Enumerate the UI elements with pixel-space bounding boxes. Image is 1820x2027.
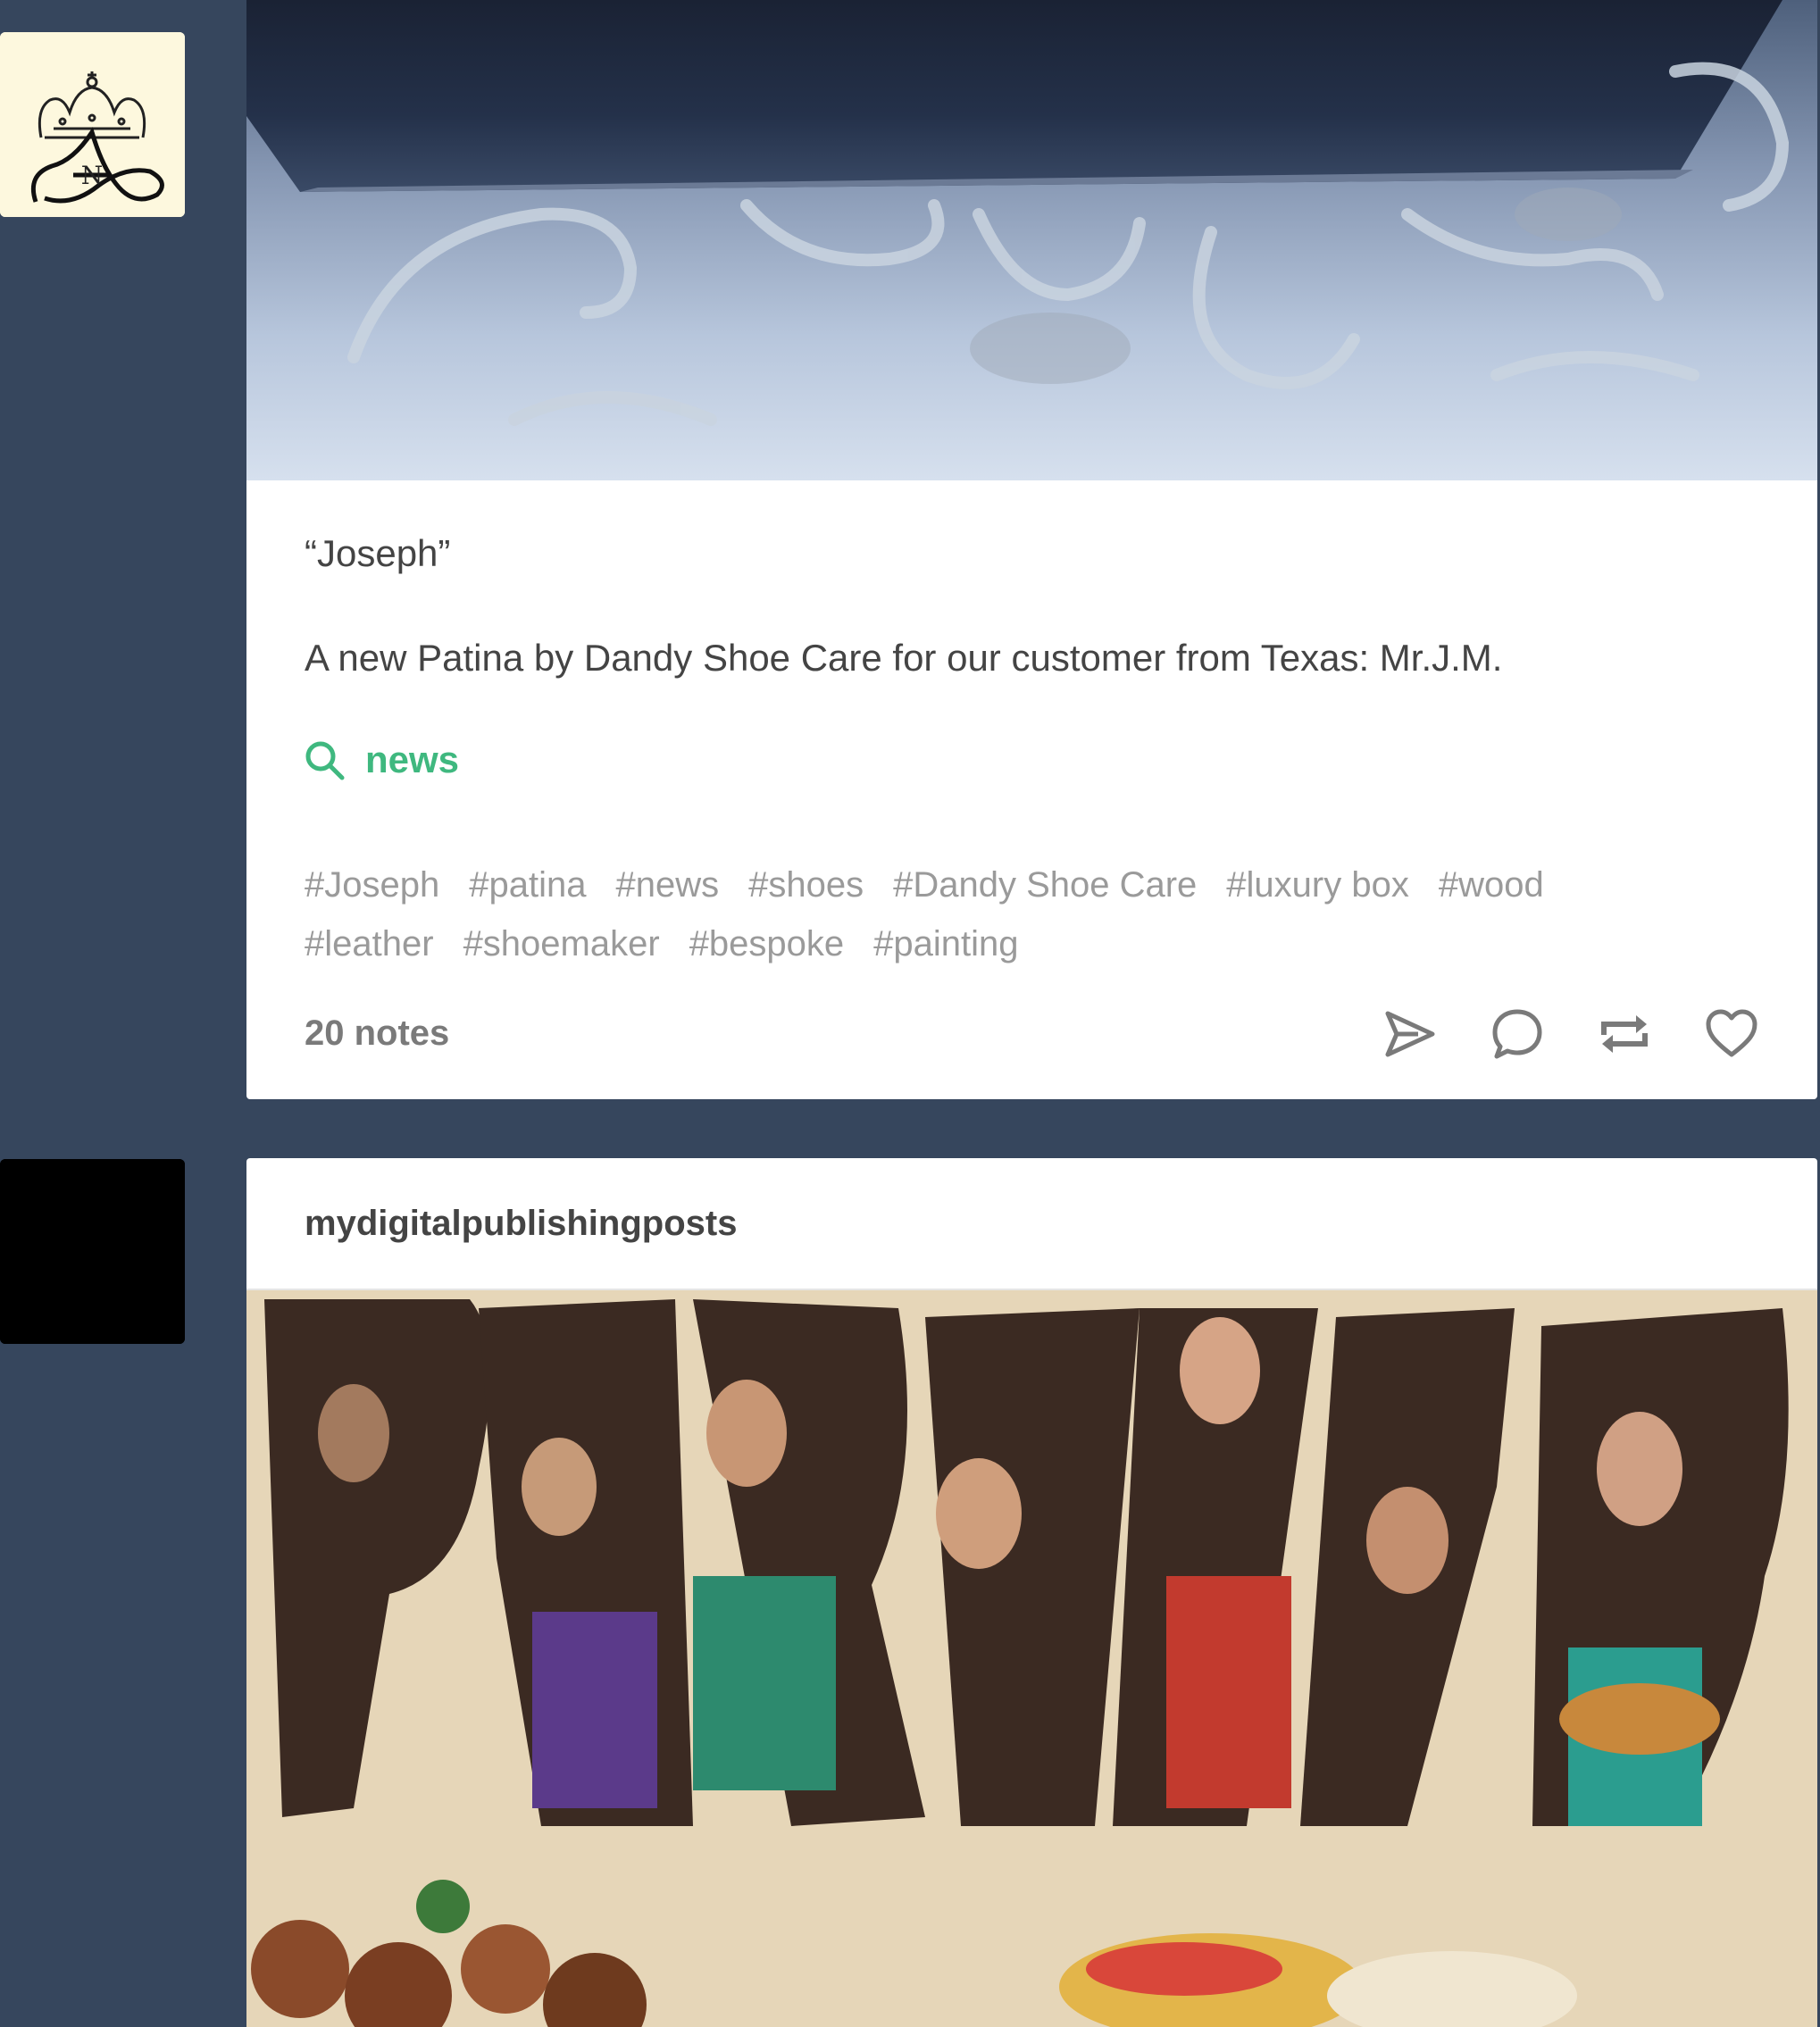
post-tags: #Joseph #patina #news #shoes #Dandy Shoe Car… xyxy=(305,855,1698,973)
tag-link[interactable]: #bespoke xyxy=(689,914,844,973)
search-link-label: news xyxy=(365,738,460,780)
tag-link[interactable]: #patina xyxy=(469,855,586,914)
tag-link[interactable]: #leather xyxy=(305,914,434,973)
send-icon xyxy=(1385,1011,1435,1057)
black-avatar xyxy=(0,1159,185,1344)
like-icon xyxy=(1706,1009,1757,1057)
blog-name-link[interactable]: mydigitalpublishingposts xyxy=(305,1204,737,1244)
post-photo[interactable] xyxy=(246,0,1817,480)
reblog-icon xyxy=(1601,1015,1648,1053)
blog-avatar[interactable]: N xyxy=(0,32,185,217)
search-icon xyxy=(305,741,345,780)
post-card: mydigitalpublishingposts xyxy=(246,1158,1817,2027)
reply-button[interactable] xyxy=(1490,1006,1545,1062)
tag-link[interactable]: #luxury box xyxy=(1226,855,1409,914)
tag-link[interactable]: #shoemaker xyxy=(463,914,660,973)
tag-link[interactable]: #Joseph xyxy=(305,855,439,914)
tag-link[interactable]: #painting xyxy=(873,914,1018,973)
post-card: “Joseph” A new Patina by Dandy Shoe Care… xyxy=(246,0,1817,1099)
share-button[interactable] xyxy=(1382,1006,1438,1062)
dashboard-feed: N “Joseph” A new Patina by Dandy Shoe Ca… xyxy=(0,0,1820,2027)
shoe-box-on-wrought-iron-table-photo xyxy=(246,0,1817,480)
blog-avatar[interactable] xyxy=(0,1159,185,1344)
svg-text:N: N xyxy=(81,161,104,190)
notes-count[interactable]: 20 notes xyxy=(305,1014,449,1054)
post-body-text: A new Patina by Dandy Shoe Care for our … xyxy=(305,637,1503,679)
reblog-button[interactable] xyxy=(1597,1006,1652,1062)
search-news-link[interactable]: news xyxy=(303,738,459,781)
tag-link[interactable]: #news xyxy=(615,855,719,914)
reply-icon xyxy=(1492,1009,1542,1059)
post-actions xyxy=(1382,1006,1759,1062)
vintage-party-ad-photo xyxy=(246,1290,1817,2027)
like-button[interactable] xyxy=(1704,1006,1759,1062)
post-photo[interactable] xyxy=(246,1290,1817,2027)
post-title: “Joseph” xyxy=(305,532,451,574)
tag-link[interactable]: #shoes xyxy=(748,855,864,914)
post-header: mydigitalpublishingposts xyxy=(246,1158,1817,1290)
tag-link[interactable]: #Dandy Shoe Care xyxy=(893,855,1197,914)
tag-link[interactable]: #wood xyxy=(1439,855,1544,914)
crown-monogram-logo: N xyxy=(0,32,185,217)
